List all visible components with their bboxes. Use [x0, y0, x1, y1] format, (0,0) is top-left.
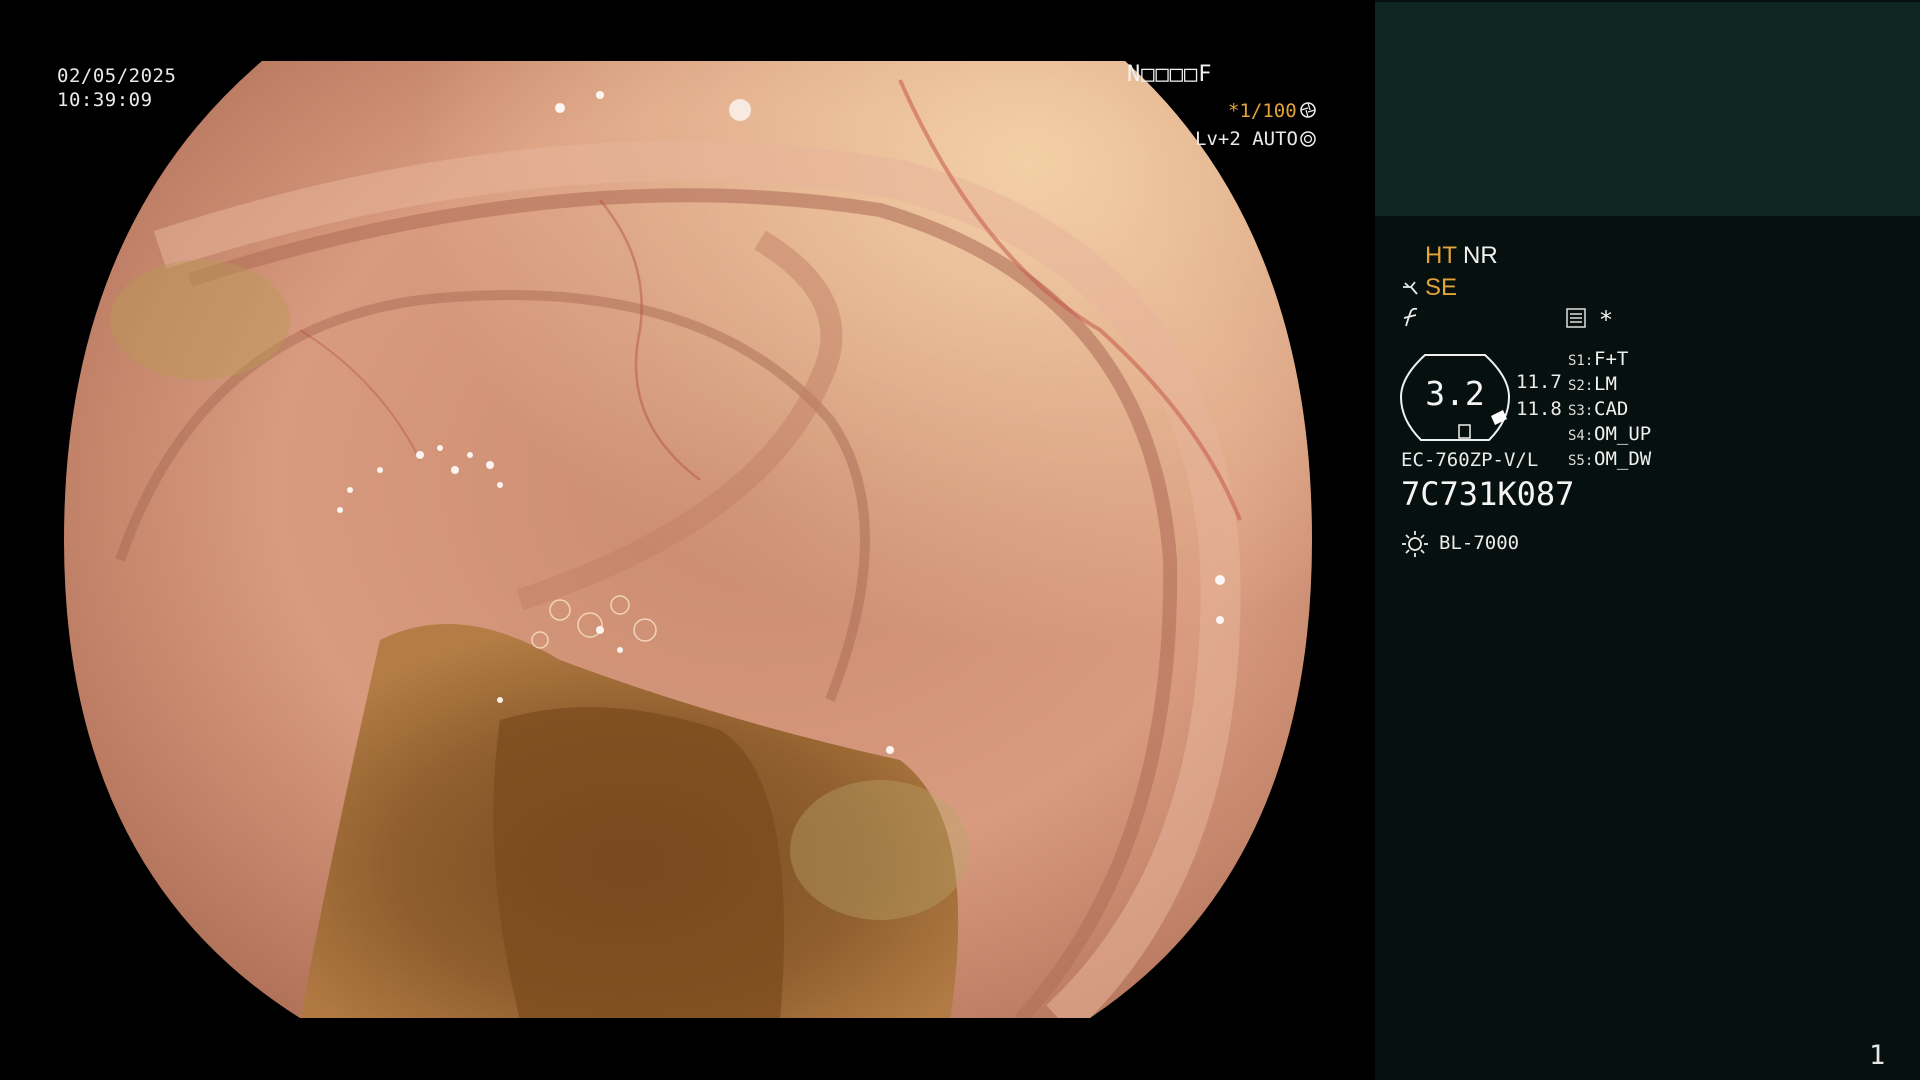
se-icon: [1403, 281, 1418, 295]
setting-key: S5:: [1568, 453, 1594, 469]
page-number: 1: [1869, 1040, 1886, 1071]
nr-mode: NR: [1463, 242, 1498, 269]
aperture-icon: [1300, 102, 1316, 118]
setting-value: OM_UP: [1594, 423, 1652, 445]
patient-id: N□□□□F: [1127, 62, 1213, 87]
datetime: 02/05/2025 10:39:09: [57, 64, 176, 112]
setting-key: S2:: [1568, 378, 1594, 394]
setting-value: OM_DW: [1594, 448, 1652, 470]
setting-value: CAD: [1594, 398, 1629, 420]
setting-s3: S3:CAD: [1568, 398, 1628, 420]
setting-key: S1:: [1568, 353, 1594, 369]
star-indicator: *: [1600, 306, 1612, 334]
iris-icon: [1300, 131, 1316, 147]
reading-2: 11.8: [1516, 398, 1562, 420]
se-mode: SE: [1425, 274, 1458, 301]
level-auto: Lv+2 AUTO: [1195, 128, 1298, 150]
setting-s1: S1:F+T: [1568, 348, 1628, 370]
ht-mode: HT: [1425, 242, 1457, 269]
endoscope-video-area: 02/05/2025 10:39:09 N□□□□F *1/100 Lv+2 A…: [0, 0, 1375, 1080]
setting-s5: S5:OM_DW: [1568, 448, 1651, 470]
freeze-icon: [1403, 307, 1418, 327]
setting-s4: S4:OM_UP: [1568, 423, 1651, 445]
scope-model: EC-760ZP-V/L: [1401, 449, 1539, 471]
endoscopic-image: [64, 61, 1312, 1018]
light-source-icon: [1402, 531, 1428, 557]
setting-value: F+T: [1594, 348, 1629, 370]
panel-header-area: [1375, 2, 1920, 216]
setting-key: S4:: [1568, 428, 1594, 444]
setting-value: LM: [1594, 373, 1617, 395]
setting-s2: S2:LM: [1568, 373, 1617, 395]
setting-key: S3:: [1568, 403, 1594, 419]
menu-icon: [1566, 308, 1586, 328]
shutter-speed: *1/100: [1228, 100, 1297, 122]
scope-serial: 7C731K087: [1401, 475, 1575, 513]
time: 10:39:09: [57, 89, 153, 111]
info-panel: HT NR SE * 3.2 11.7 11.8 S1:F+T S2:LM S3…: [1375, 0, 1920, 1080]
date: 02/05/2025: [57, 65, 177, 87]
zoom-value: 3.2: [1425, 374, 1485, 413]
light-source: BL-7000: [1439, 532, 1520, 554]
reading-1: 11.7: [1516, 371, 1562, 393]
